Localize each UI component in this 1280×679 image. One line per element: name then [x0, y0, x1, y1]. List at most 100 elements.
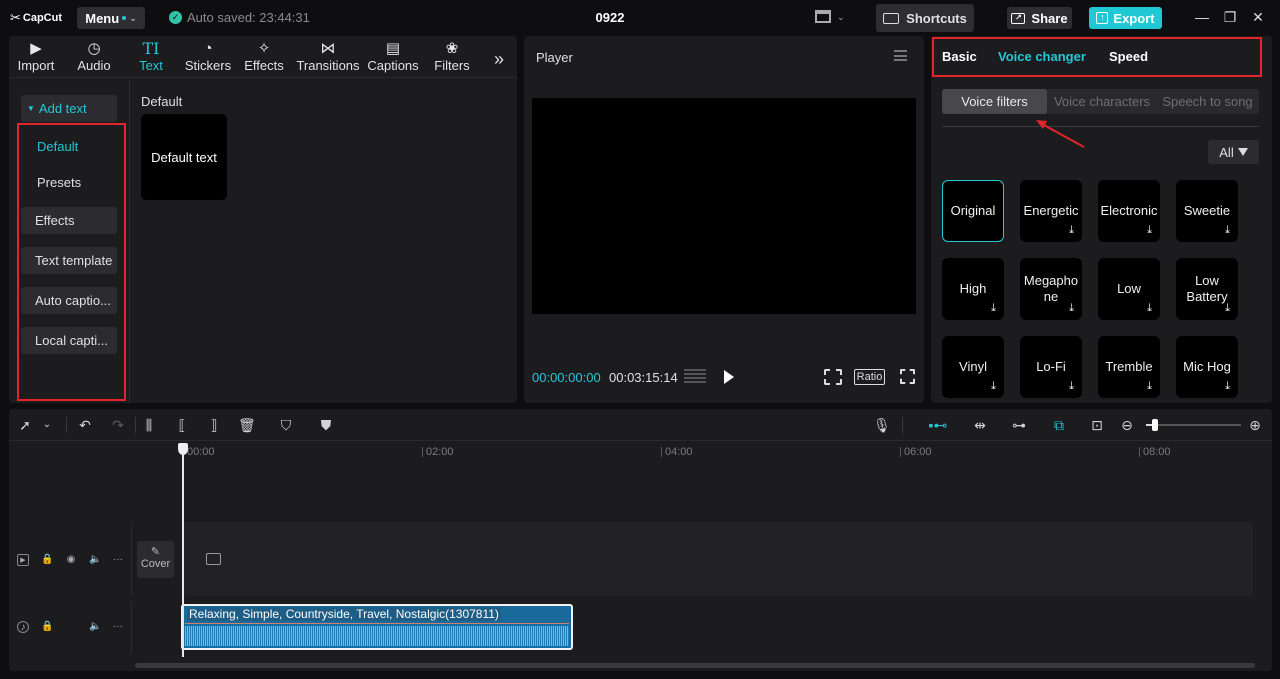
audio-icon: ◷: [87, 40, 101, 57]
ruler-tick: [900, 447, 901, 457]
tab-filters[interactable]: ❀ Filters: [423, 40, 481, 76]
volume-icon[interactable]: 🔈: [89, 621, 101, 633]
layout-icon[interactable]: [815, 10, 831, 23]
title-bar: ✂ CapCut Menu ⌄ ✓ Auto saved: 23:44:31 0922…: [0, 0, 1280, 36]
eye-icon[interactable]: ◉: [65, 554, 77, 566]
minimize-icon[interactable]: —: [1193, 8, 1211, 26]
preview-axis-icon[interactable]: ⧉: [1049, 417, 1069, 433]
edit-icon: ✎: [150, 546, 161, 558]
tab-captions[interactable]: ▤ Captions: [364, 40, 422, 76]
split-icon[interactable]: ⫼: [141, 417, 157, 433]
lock-icon[interactable]: 🔒: [41, 621, 53, 633]
fullscreen-icon[interactable]: [900, 369, 915, 384]
layout-chevron-icon[interactable]: ⌄: [837, 12, 845, 23]
main-video-track[interactable]: [183, 522, 1253, 596]
shield-icon[interactable]: ⛊: [318, 417, 334, 433]
voice-tremble[interactable]: Tremble ⤓: [1098, 336, 1160, 398]
filter-all-button[interactable]: All: [1208, 140, 1259, 164]
zoom-slider[interactable]: [1146, 424, 1241, 426]
lock-icon[interactable]: 🔒: [41, 554, 53, 566]
more-tabs-icon[interactable]: »: [494, 49, 504, 70]
ruler-tick: [422, 447, 423, 457]
voice-sweetie[interactable]: Sweetie ⤓: [1176, 180, 1238, 242]
voice-low-battery[interactable]: Low Battery ⤓: [1176, 258, 1238, 320]
redo-icon[interactable]: ↷: [110, 417, 126, 433]
subtab-voice-filters[interactable]: Voice filters: [942, 89, 1047, 114]
subtab-speech-to-song[interactable]: Speech to song: [1156, 89, 1259, 114]
tab-audio[interactable]: ◷ Audio: [65, 40, 123, 76]
delete-icon[interactable]: 🗑: [238, 417, 256, 433]
audio-clip[interactable]: Relaxing, Simple, Countryside, Travel, N…: [181, 604, 573, 650]
volume-icon[interactable]: 🔈: [89, 554, 101, 566]
ruler-tick: [1139, 447, 1140, 457]
tab-stickers[interactable]: ◔ Stickers: [179, 40, 237, 76]
zoom-out-icon[interactable]: ⊖: [1119, 417, 1135, 433]
zoom-to-fit-icon[interactable]: ⊡: [1089, 417, 1105, 433]
notification-dot: [122, 16, 127, 20]
ratio-button[interactable]: Ratio: [854, 369, 885, 385]
player-canvas[interactable]: [532, 98, 916, 314]
voice-original[interactable]: Original: [942, 180, 1004, 242]
voice-lo-fi[interactable]: Lo-Fi ⤓: [1020, 336, 1082, 398]
voice-low[interactable]: Low ⤓: [1098, 258, 1160, 320]
transitions-icon: ⋈: [320, 40, 336, 57]
menu-button[interactable]: Menu ⌄: [77, 7, 145, 29]
voice-energetic[interactable]: Energetic ⤓: [1020, 180, 1082, 242]
zoom-slider-handle[interactable]: [1152, 419, 1158, 431]
tab-transitions[interactable]: ⋈ Transitions: [296, 40, 360, 76]
zoom-in-icon[interactable]: ⊕: [1247, 417, 1263, 433]
voice-mic-hog[interactable]: Mic Hog ⤓: [1176, 336, 1238, 398]
more-icon[interactable]: ···: [112, 554, 124, 566]
undo-icon[interactable]: ↶: [77, 417, 93, 433]
more-icon[interactable]: ···: [112, 621, 124, 633]
properties-panel: Basic Voice changer Speed Voice filters …: [931, 36, 1272, 403]
media-panel: ▶ Import ◷ Audio TI Text ◔ Stickers ✧ Effects…: [9, 36, 517, 403]
audio-track-icon: ♪: [17, 621, 29, 633]
tab-effects[interactable]: ✧ Effects: [235, 40, 293, 76]
shortcuts-button[interactable]: Shortcuts: [876, 4, 974, 32]
player-menu-icon[interactable]: [894, 50, 907, 61]
download-icon: ⤓: [1069, 224, 1074, 236]
play-icon[interactable]: [724, 370, 734, 384]
voice-vinyl[interactable]: Vinyl ⤓: [942, 336, 1004, 398]
close-icon[interactable]: ✕: [1249, 8, 1267, 26]
default-text-card[interactable]: Default text: [141, 114, 227, 200]
zoom-focus-icon[interactable]: [824, 369, 842, 385]
grid-icon[interactable]: [684, 369, 706, 384]
voice-electronic[interactable]: Electronic ⤓: [1098, 180, 1160, 242]
cover-button[interactable]: ✎ Cover: [137, 541, 174, 578]
tab-import[interactable]: ▶ Import: [7, 40, 65, 76]
subtab-voice-characters[interactable]: Voice characters: [1050, 89, 1154, 114]
timeline-scrollbar[interactable]: [135, 663, 1255, 668]
restore-icon[interactable]: ❐: [1221, 8, 1239, 26]
main-track-magnet-icon[interactable]: ▪⊷: [927, 417, 949, 433]
tab-text[interactable]: TI Text: [122, 40, 180, 76]
download-icon: ⤓: [1147, 380, 1152, 392]
share-button[interactable]: ↗ Share: [1007, 7, 1072, 29]
chevron-down-icon[interactable]: ⌄: [39, 417, 55, 433]
film-icon: [206, 553, 221, 565]
share-icon: ↗: [1011, 12, 1026, 24]
divider: [942, 126, 1259, 127]
ruler-label: 00:00: [187, 446, 215, 458]
player-panel: Player 00:00:00:00 00:03:15:14 Ratio: [524, 36, 924, 403]
split-left-icon[interactable]: ⟦: [174, 417, 190, 433]
shield-check-icon[interactable]: ⛉: [278, 417, 294, 433]
download-icon: ⤓: [1225, 224, 1230, 236]
download-icon: ⤓: [1069, 302, 1074, 314]
annotation-box-tabs: [932, 37, 1262, 77]
microphone-icon[interactable]: 🎙: [873, 417, 891, 433]
playhead[interactable]: [182, 453, 184, 657]
ruler-label: 02:00: [426, 446, 454, 458]
text-icon: TI: [142, 39, 160, 58]
project-title[interactable]: 0922: [560, 10, 660, 25]
voice-high[interactable]: High ⤓: [942, 258, 1004, 320]
link-icon[interactable]: ⊶: [1009, 417, 1029, 433]
split-right-icon[interactable]: ⟧: [206, 417, 222, 433]
voice-megaphone[interactable]: Megapho ne ⤓: [1020, 258, 1082, 320]
import-icon: ▶: [30, 40, 42, 57]
sidebar-item-add-text[interactable]: ▼ Add text: [21, 95, 117, 122]
auto-snap-icon[interactable]: ⇹: [970, 417, 990, 433]
export-button[interactable]: ↑ Export: [1089, 7, 1162, 29]
select-cursor-icon[interactable]: ➚: [17, 417, 33, 433]
